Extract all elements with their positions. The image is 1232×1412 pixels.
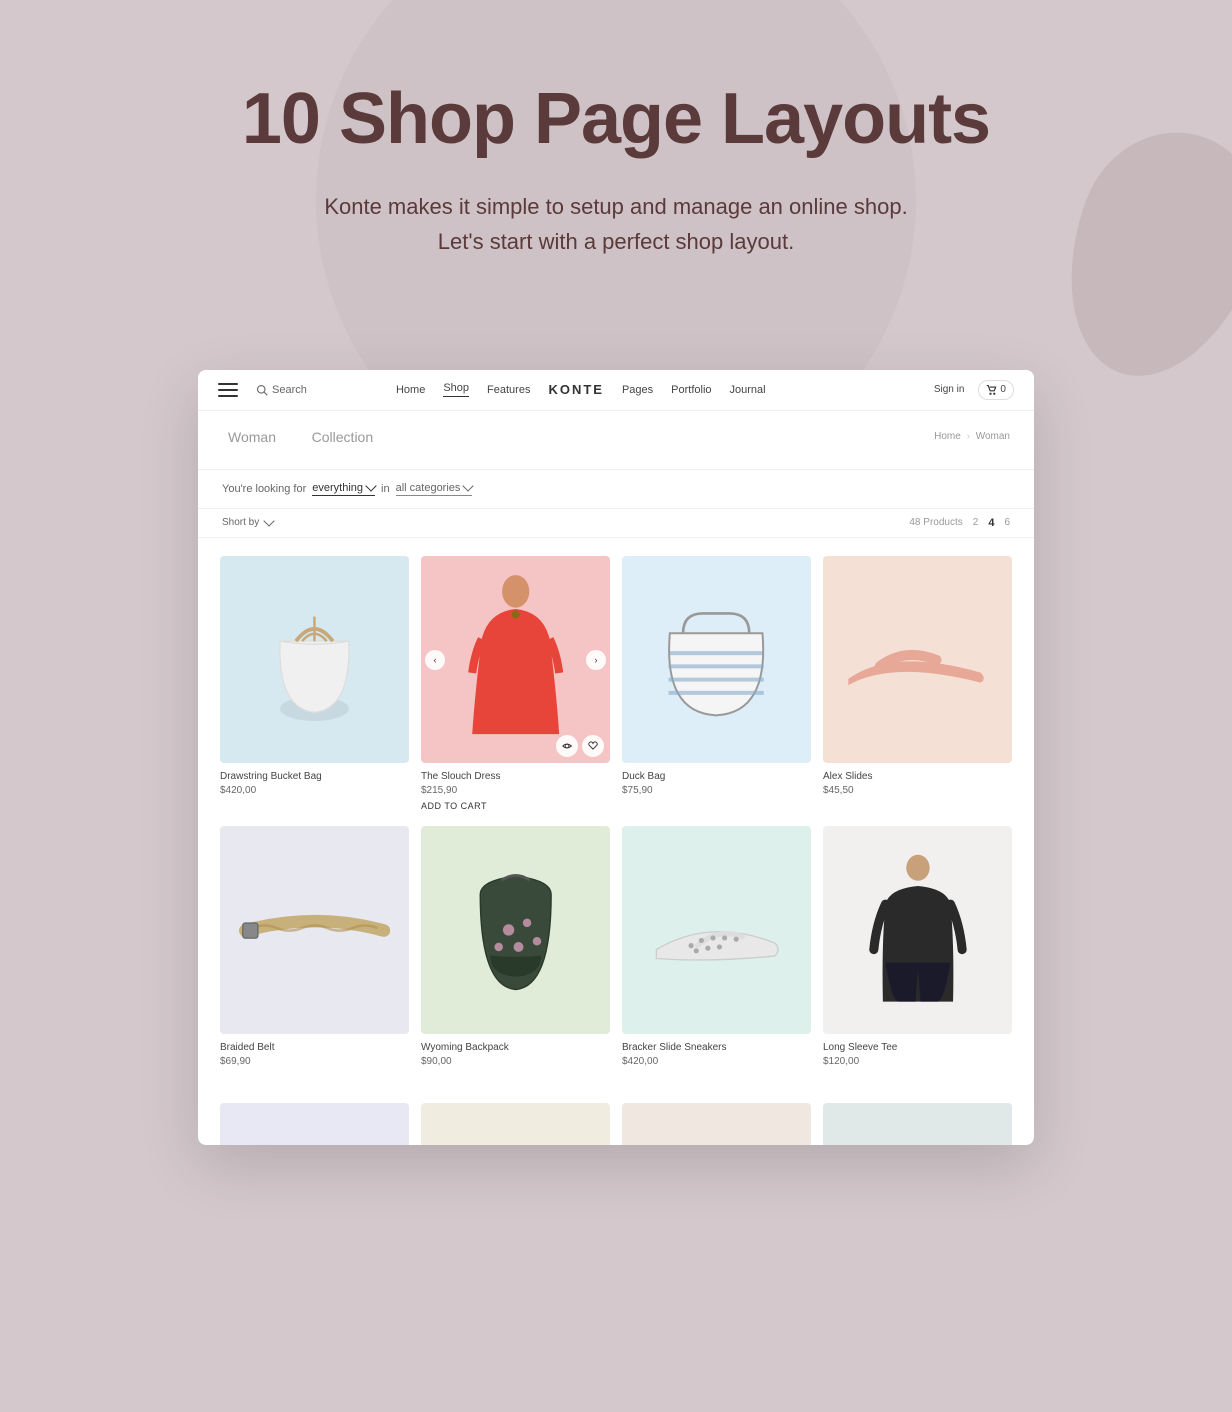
grid-6-button[interactable]: 6	[1004, 517, 1010, 528]
product-price: $215,90	[421, 785, 610, 796]
wishlist-button[interactable]	[582, 735, 604, 757]
shop-mockup: Search Home Shop Features KONTE Pages Po…	[198, 370, 1034, 1146]
product-card[interactable]: Alex Slides $45,50	[817, 550, 1018, 821]
product-card[interactable]: Wyoming Backpack $90,00	[415, 820, 616, 1073]
nav-journal[interactable]: Journal	[730, 384, 766, 396]
product-card[interactable]: Drawstring Bucket Bag $420,00	[214, 550, 415, 821]
product-image: ‹ ›	[421, 556, 610, 764]
product-image	[421, 826, 610, 1034]
nav-shop[interactable]: Shop	[443, 382, 469, 397]
nav-home[interactable]: Home	[396, 384, 425, 396]
signin-button[interactable]: Sign in	[934, 384, 965, 395]
filter-row: You're looking for everything in all cat…	[198, 470, 1034, 509]
nav-pages[interactable]: Pages	[622, 384, 653, 396]
product-card	[616, 1097, 817, 1145]
product-name: Braided Belt	[220, 1042, 409, 1053]
product-card	[214, 1097, 415, 1145]
everything-filter[interactable]: everything	[312, 482, 375, 496]
breadcrumb: Home › Woman	[934, 431, 1010, 442]
product-image	[622, 556, 811, 764]
product-card[interactable]: Braided Belt $69,90	[214, 820, 415, 1073]
bag-illustration	[253, 592, 376, 727]
cart-count: 0	[1000, 384, 1006, 395]
product-image	[220, 556, 409, 764]
nav-links: Home Shop Features KONTE Pages Portfolio…	[396, 382, 766, 397]
product-actions	[556, 735, 604, 757]
carousel-prev-button[interactable]: ‹	[425, 650, 445, 670]
product-grid: Drawstring Bucket Bag $420,00 ‹	[198, 538, 1034, 1086]
in-text: in	[381, 483, 390, 495]
hamburger-menu[interactable]	[218, 383, 238, 397]
nav-features[interactable]: Features	[487, 384, 530, 396]
product-card[interactable]: Bracker Slide Sneakers $420,00	[616, 820, 817, 1073]
nav-right-section: Sign in 0	[934, 380, 1014, 400]
categories-filter[interactable]: all categories	[396, 482, 473, 496]
collection-title: Woman Collection	[222, 429, 379, 445]
sort-bar: Short by 48 Products 2 4 6	[198, 509, 1034, 538]
breadcrumb-home[interactable]: Home	[934, 431, 961, 442]
product-price: $420,00	[622, 1056, 811, 1067]
product-card[interactable]: Duck Bag $75,90	[616, 550, 817, 821]
product-card[interactable]: Long Sleeve Tee $120,00	[817, 820, 1018, 1073]
backpack-illustration	[459, 852, 572, 1008]
product-image	[622, 826, 811, 1034]
sort-chevron-icon	[264, 515, 275, 526]
belt-illustration	[239, 889, 390, 972]
hero-title: 10 Shop Page Layouts	[20, 80, 1212, 159]
chevron-down-icon	[365, 480, 376, 491]
product-name: Long Sleeve Tee	[823, 1042, 1012, 1053]
product-price: $45,50	[823, 785, 1012, 796]
product-image	[823, 556, 1012, 764]
shop-navbar: Search Home Shop Features KONTE Pages Po…	[198, 370, 1034, 411]
product-name: Wyoming Backpack	[421, 1042, 610, 1053]
grid-2-button[interactable]: 2	[973, 517, 979, 528]
product-card[interactable]: ‹ › The Slouch Dress	[415, 550, 616, 821]
product-name: Bracker Slide Sneakers	[622, 1042, 811, 1053]
breadcrumb-current: Woman	[976, 431, 1010, 442]
hero-subtitle: Konte makes it simple to setup and manag…	[20, 189, 1212, 259]
shop-header-top: Woman Collection Home › Woman	[222, 429, 1010, 445]
hero-section: 10 Shop Page Layouts Konte makes it simp…	[0, 0, 1232, 320]
slide-illustration	[842, 608, 993, 712]
product-price: $120,00	[823, 1056, 1012, 1067]
nav-logo: KONTE	[548, 382, 604, 397]
shop-header: Woman Collection Home › Woman	[198, 411, 1034, 470]
product-image	[220, 826, 409, 1034]
sort-by-label: Short by	[222, 517, 259, 528]
quick-view-button[interactable]	[556, 735, 578, 757]
chevron-down-icon	[463, 480, 474, 491]
product-card	[817, 1097, 1018, 1145]
cart-icon	[986, 384, 998, 396]
product-name: Duck Bag	[622, 771, 811, 782]
products-count: 48 Products	[909, 517, 962, 528]
add-to-cart-button[interactable]: ADD TO CART	[421, 801, 487, 811]
search-icon	[256, 384, 268, 396]
product-price: $69,90	[220, 1056, 409, 1067]
sort-right: 48 Products 2 4 6	[909, 517, 1010, 529]
product-name: Drawstring Bucket Bag	[220, 771, 409, 782]
cart-button[interactable]: 0	[978, 380, 1014, 400]
search-button[interactable]: Search	[256, 384, 307, 396]
product-card	[415, 1097, 616, 1145]
dress-illustration	[459, 571, 572, 748]
nav-portfolio[interactable]: Portfolio	[671, 384, 711, 396]
sneaker-illustration	[646, 873, 788, 987]
sort-left: Short by	[222, 517, 273, 528]
product-grid-row3	[198, 1085, 1034, 1145]
search-label: Search	[272, 384, 307, 396]
grid-4-button[interactable]: 4	[988, 517, 994, 529]
carousel-next-button[interactable]: ›	[586, 650, 606, 670]
product-name: Alex Slides	[823, 771, 1012, 782]
product-price: $75,90	[622, 785, 811, 796]
product-price: $420,00	[220, 785, 409, 796]
model-illustration	[866, 847, 970, 1013]
looking-for-text: You're looking for	[222, 483, 306, 495]
product-price: $90,00	[421, 1056, 610, 1067]
product-name: The Slouch Dress	[421, 771, 610, 782]
tote-illustration	[650, 587, 782, 733]
product-image	[823, 826, 1012, 1034]
